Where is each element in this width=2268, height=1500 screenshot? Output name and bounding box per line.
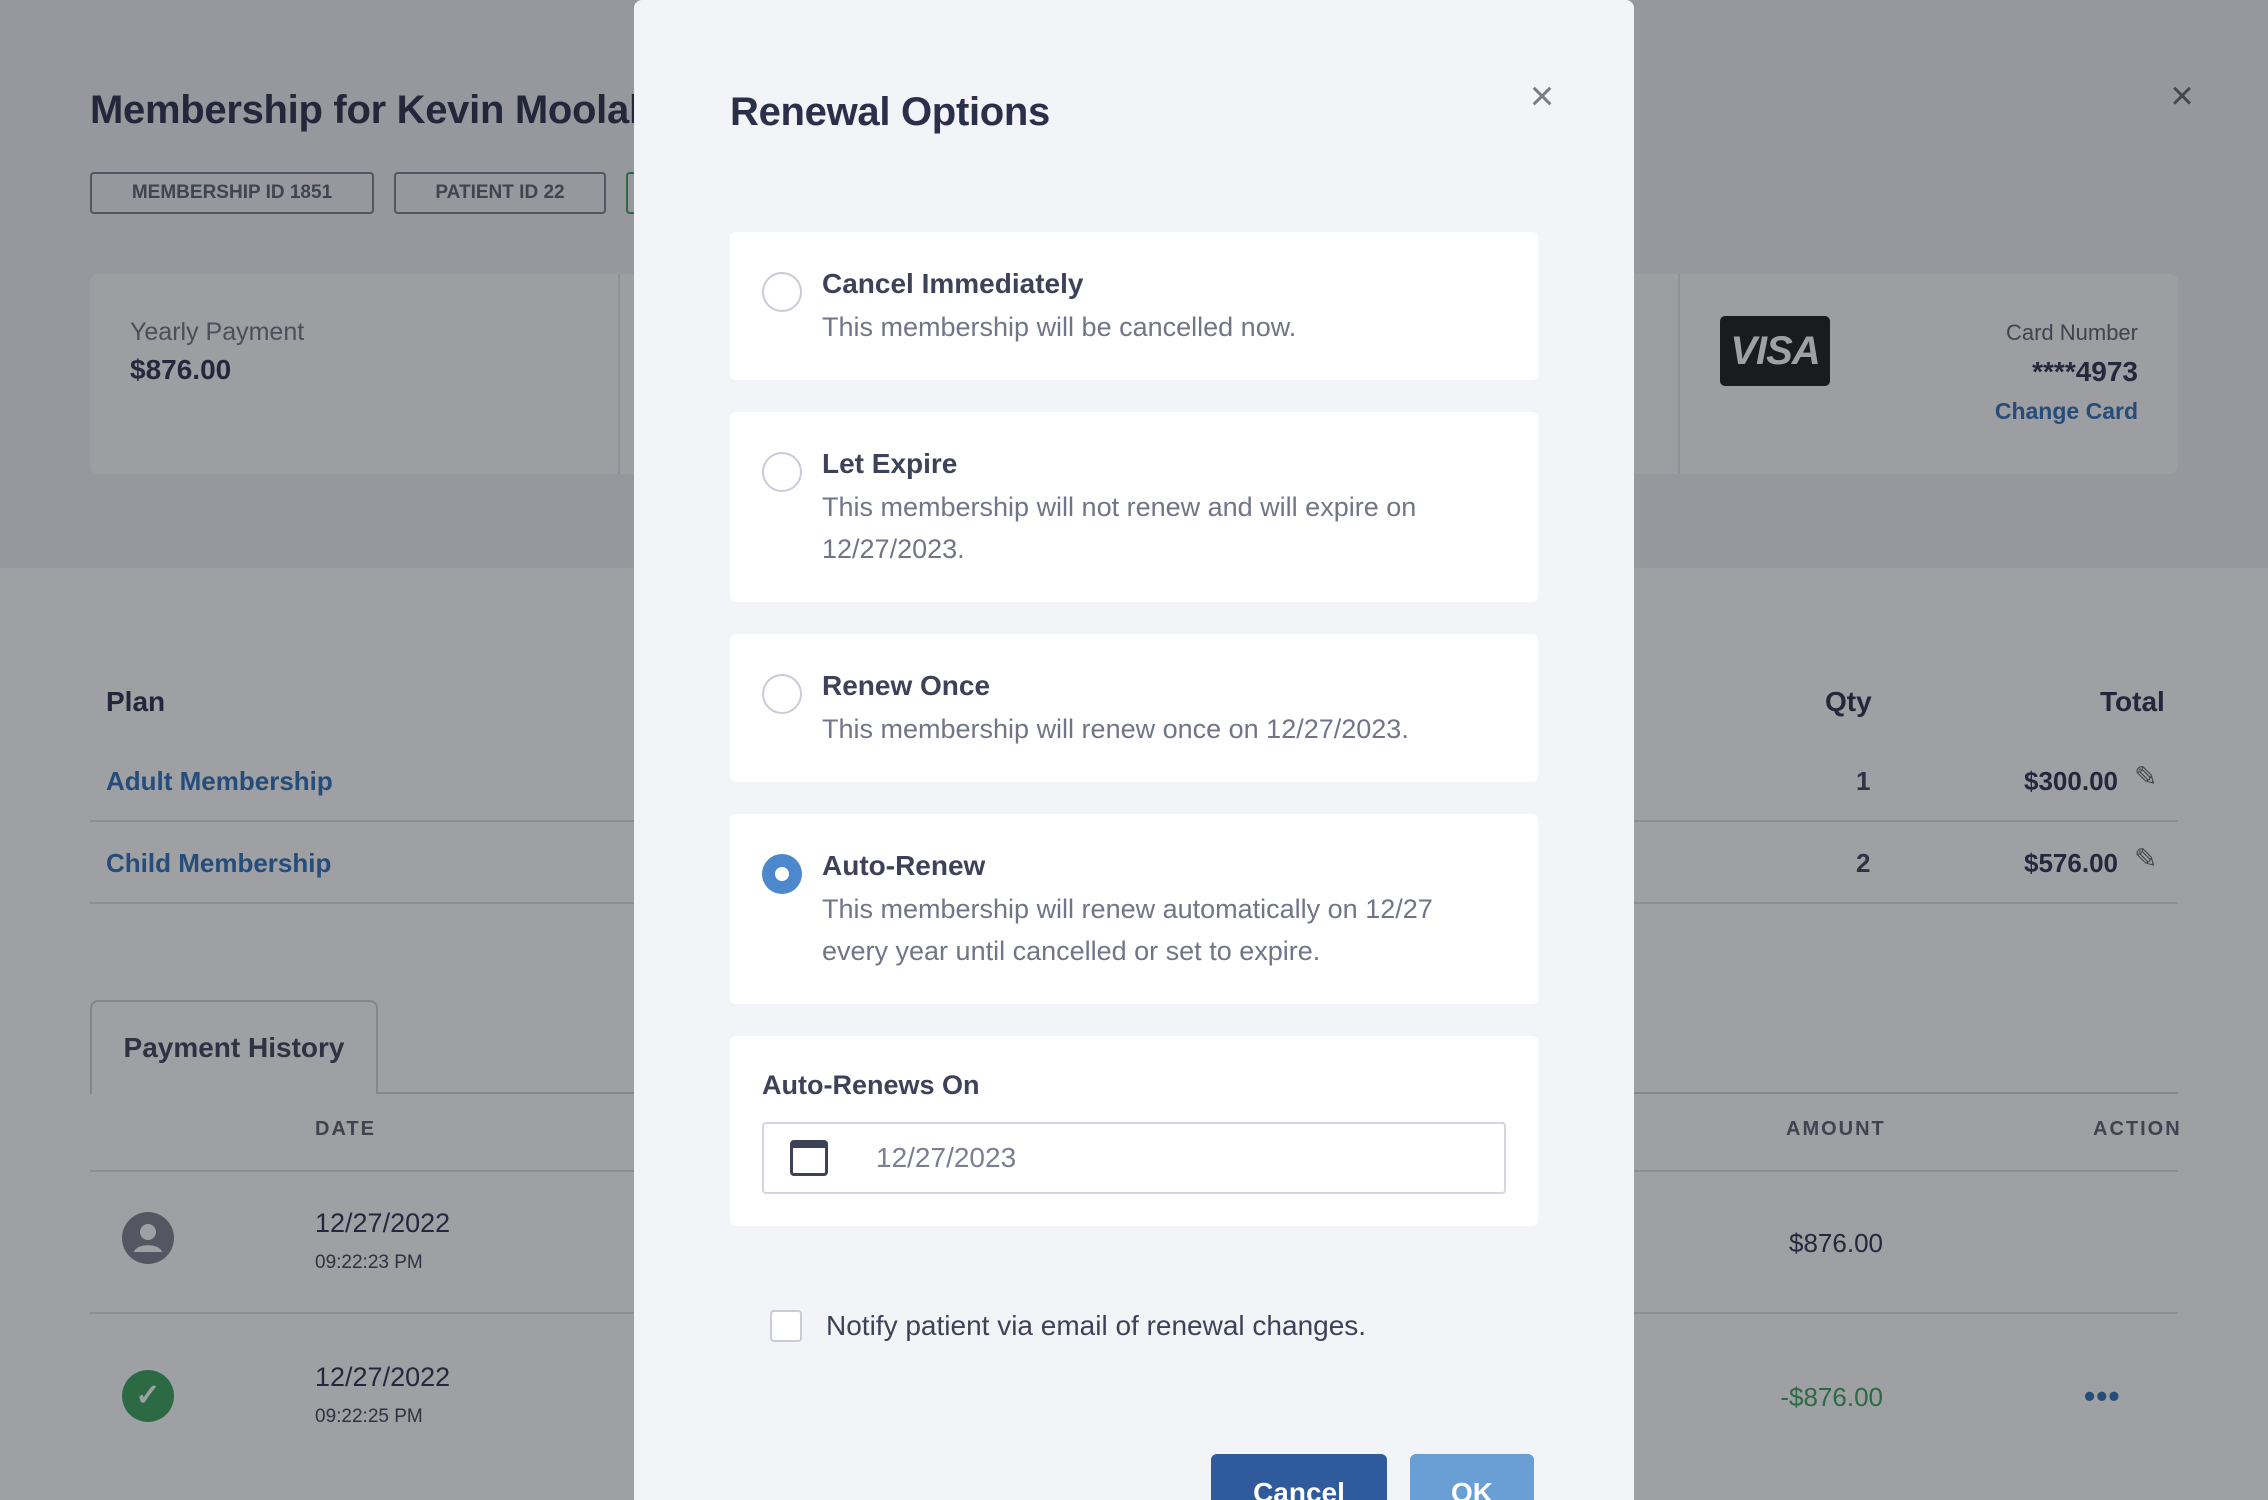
option-title: Cancel Immediately [822,268,1084,299]
radio-cancel-immediately[interactable] [762,272,802,312]
option-title: Renew Once [822,670,991,701]
notify-checkbox[interactable] [770,1310,802,1342]
renewal-date-input[interactable]: 12/27/2023 [762,1122,1506,1194]
option-title: Let Expire [822,448,958,479]
renewal-options-modal: Renewal Options × Cancel Immediately Thi… [634,0,1634,1500]
option-title: Auto-Renew [822,850,986,881]
radio-auto-renew[interactable] [762,854,802,894]
option-auto-renew[interactable]: Auto-Renew This membership will renew au… [730,814,1538,1004]
auto-renew-date-panel: Auto-Renews On 12/27/2023 [730,1036,1538,1226]
option-description: This membership will be cancelled now. [822,312,1297,342]
option-let-expire[interactable]: Let Expire This membership will not rene… [730,412,1538,602]
cancel-button[interactable]: Cancel [1211,1454,1387,1500]
modal-close-icon[interactable]: × [1526,75,1558,117]
ok-button[interactable]: OK [1410,1454,1534,1500]
auto-renews-on-label: Auto-Renews On [762,1070,980,1100]
option-cancel-immediately[interactable]: Cancel Immediately This membership will … [730,232,1538,380]
calendar-icon[interactable] [790,1140,828,1176]
modal-title: Renewal Options [730,90,1050,134]
radio-renew-once[interactable] [762,674,802,714]
notify-label[interactable]: Notify patient via email of renewal chan… [826,1310,1366,1342]
renewal-date-value: 12/27/2023 [876,1142,1017,1173]
radio-let-expire[interactable] [762,452,802,492]
option-description: This membership will renew once on 12/27… [822,714,1409,744]
option-renew-once[interactable]: Renew Once This membership will renew on… [730,634,1538,782]
option-description: This membership will not renew and will … [822,492,1417,564]
option-description: This membership will renew automatically… [822,894,1433,966]
